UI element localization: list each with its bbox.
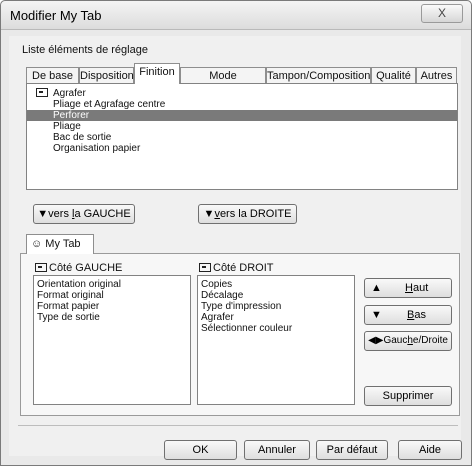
list-item-label: Perforer xyxy=(53,110,90,121)
settings-listbox[interactable]: Agrafer Pliage et Agrafage centre Perfor… xyxy=(26,83,458,190)
tab-label: Tampon/Composition xyxy=(267,70,371,82)
arrow-down-icon: ▼ xyxy=(371,309,382,321)
list-item[interactable]: Format original xyxy=(37,290,190,301)
close-button[interactable]: X xyxy=(421,4,463,23)
arrow-down-icon: ▼ xyxy=(37,208,49,220)
button-label: Aide xyxy=(418,444,442,456)
right-side-listbox[interactable]: Copies Décalage Type d'impression Agrafe… xyxy=(197,275,355,405)
tab-finition[interactable]: Finition xyxy=(134,63,180,84)
delete-button[interactable]: Supprimer xyxy=(364,386,452,406)
list-item-label: Pliage et Agrafage centre xyxy=(53,99,166,110)
move-up-button[interactable]: ▲ Haut xyxy=(364,278,452,298)
button-label: ers la DROITE xyxy=(219,208,292,220)
arrow-up-icon: ▲ xyxy=(371,282,382,294)
list-item[interactable]: Type de sortie xyxy=(37,312,190,323)
arrow-down-icon: ▼ xyxy=(203,208,215,220)
ok-button[interactable]: OK xyxy=(164,440,237,460)
list-item-label: Bac de sortie xyxy=(53,132,112,143)
button-label: Gauc xyxy=(383,335,408,346)
move-down-button[interactable]: ▼ Bas xyxy=(364,305,452,325)
list-item[interactable]: Pliage et Agrafage centre xyxy=(27,99,457,110)
list-item[interactable]: Décalage xyxy=(201,290,354,301)
tab-label: De base xyxy=(32,70,73,82)
list-item[interactable]: Type d'impression xyxy=(201,301,354,312)
left-right-arrows-icon: ◀▶ xyxy=(368,335,384,346)
help-button[interactable]: Aide xyxy=(398,440,462,460)
header-label: Côté GAUCHE xyxy=(49,262,123,274)
list-item[interactable]: Orientation original xyxy=(37,279,190,290)
move-to-right-button[interactable]: ▼vers la DROITE xyxy=(198,204,297,224)
button-label: e/Droite xyxy=(412,335,448,346)
settings-list-label: Liste éléments de réglage xyxy=(22,44,148,56)
list-item[interactable]: Copies xyxy=(201,279,354,290)
tab-label: My Tab xyxy=(45,238,81,250)
default-button[interactable]: Par défaut xyxy=(316,440,388,460)
button-label: vers xyxy=(48,208,73,220)
left-side-header: Côté GAUCHE xyxy=(35,262,122,274)
footer-separator xyxy=(18,425,458,426)
list-item[interactable]: Organisation papier xyxy=(27,143,457,154)
finishing-icon xyxy=(36,88,48,97)
button-label: as xyxy=(414,309,426,321)
list-item[interactable]: Bac de sortie xyxy=(27,132,457,143)
button-label: Annuler xyxy=(258,444,296,456)
list-item[interactable]: Pliage xyxy=(27,121,457,132)
button-label: Par défaut xyxy=(326,444,378,456)
button-label: aut xyxy=(412,282,429,294)
button-label: Supprimer xyxy=(382,390,434,402)
list-item[interactable]: Agrafer xyxy=(27,88,457,99)
tab-label: Finition xyxy=(139,66,175,78)
button-label: a GAUCHE xyxy=(74,208,131,220)
tab-de-base[interactable]: De base xyxy=(26,67,79,83)
tab-tampon-composition[interactable]: Tampon/Composition xyxy=(266,67,371,83)
right-side-icon xyxy=(199,263,211,272)
left-side-listbox[interactable]: Orientation original Format original For… xyxy=(33,275,191,405)
tab-label: Autres xyxy=(420,70,453,82)
user-icon: ☺ xyxy=(31,238,43,250)
window-title: Modifier My Tab xyxy=(10,8,102,23)
left-side-icon xyxy=(35,263,47,272)
tab-mode-couverture[interactable]: Mode Couverture xyxy=(180,67,266,98)
button-label-accesskey: H xyxy=(405,282,413,294)
list-item[interactable]: Sélectionner couleur xyxy=(201,323,354,334)
tab-qualite[interactable]: Qualité xyxy=(371,67,416,83)
list-item-label: Organisation papier xyxy=(53,143,141,154)
swap-side-button[interactable]: ◀▶Gauche/Droite xyxy=(364,331,452,351)
tab-label: Disposition xyxy=(80,70,134,82)
tab-my-tab[interactable]: ☺ My Tab xyxy=(26,234,94,254)
list-item-selected[interactable]: Perforer xyxy=(27,110,457,121)
list-item-label: Agrafer xyxy=(53,88,86,99)
move-to-left-button[interactable]: ▼vers la GAUCHE xyxy=(33,204,135,224)
tab-disposition[interactable]: Disposition xyxy=(79,67,134,83)
list-item[interactable]: Agrafer xyxy=(201,312,354,323)
header-label: Côté DROIT xyxy=(213,262,274,274)
title-bar[interactable]: Modifier My Tab X xyxy=(1,1,471,30)
list-item[interactable]: Format papier xyxy=(37,301,190,312)
button-label: OK xyxy=(192,444,209,456)
tab-label: Qualité xyxy=(376,70,411,82)
cancel-button[interactable]: Annuler xyxy=(244,440,310,460)
right-side-header: Côté DROIT xyxy=(199,262,274,274)
list-item-label: Pliage xyxy=(53,121,81,132)
tab-autres[interactable]: Autres xyxy=(416,67,457,83)
close-icon: X xyxy=(437,6,446,20)
